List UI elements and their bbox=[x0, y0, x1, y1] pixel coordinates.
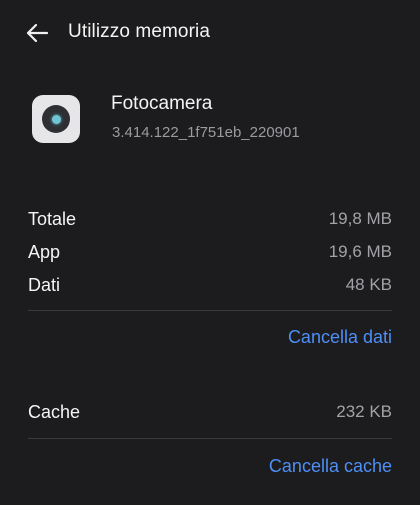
storage-row-label: Totale bbox=[28, 208, 77, 229]
camera-app-icon bbox=[32, 95, 80, 143]
storage-row-app: App 19,6 MB bbox=[28, 240, 392, 264]
page-title: Utilizzo memoria bbox=[68, 21, 211, 42]
storage-row-total: Totale 19,8 MB bbox=[28, 207, 392, 231]
storage-row-value: 19,6 MB bbox=[328, 242, 392, 261]
app-name: Fotocamera bbox=[111, 93, 213, 114]
divider bbox=[28, 438, 392, 439]
storage-row-value: 48 KB bbox=[345, 275, 392, 294]
cache-row: Cache 232 KB bbox=[28, 400, 392, 424]
clear-data-button[interactable]: Cancella dati bbox=[288, 327, 392, 348]
app-version: 3.414.122_1f751eb_220901 bbox=[112, 124, 300, 141]
cache-label: Cache bbox=[28, 401, 81, 422]
back-button[interactable] bbox=[22, 20, 52, 46]
top-app-bar: Utilizzo memoria bbox=[0, 0, 420, 68]
storage-row-value: 19,8 MB bbox=[328, 209, 392, 228]
cache-value: 232 KB bbox=[336, 402, 392, 421]
storage-usage-screen: Utilizzo memoria Fotocamera 3.414.122_1f… bbox=[0, 0, 420, 505]
storage-row-label: Dati bbox=[28, 274, 61, 295]
clear-cache-button[interactable]: Cancella cache bbox=[269, 456, 392, 477]
arrow-left-icon bbox=[26, 23, 49, 43]
camera-lens-icon bbox=[42, 105, 70, 133]
divider bbox=[28, 310, 392, 311]
storage-row-label: App bbox=[28, 241, 61, 262]
storage-row-data: Dati 48 KB bbox=[28, 273, 392, 297]
